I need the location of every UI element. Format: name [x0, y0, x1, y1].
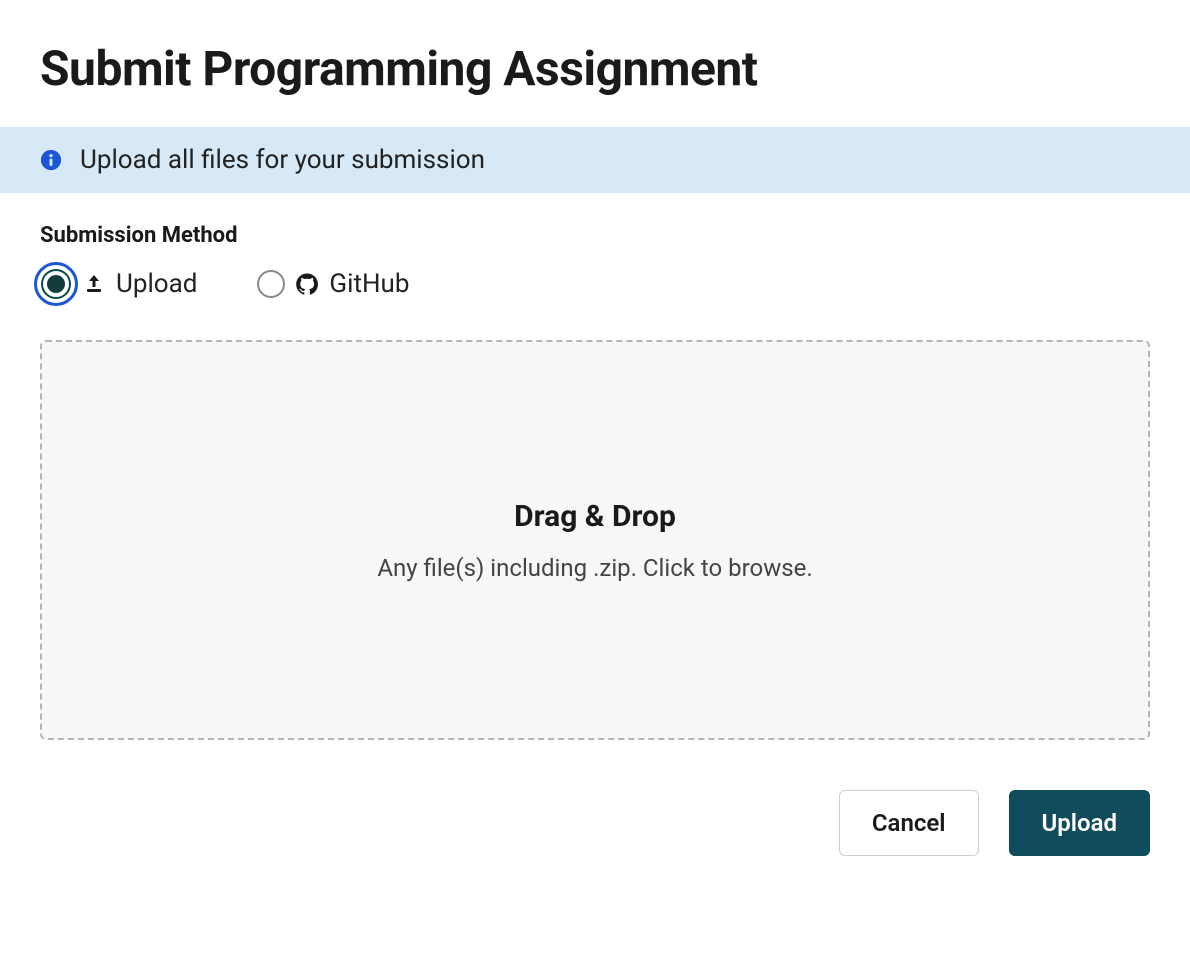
page-title: Submit Programming Assignment: [0, 0, 1190, 127]
radio-option-upload[interactable]: Upload: [40, 268, 197, 300]
github-icon: [295, 272, 319, 296]
action-buttons: Cancel Upload: [40, 790, 1150, 856]
radio-option-github[interactable]: GitHub: [257, 269, 409, 299]
cancel-button[interactable]: Cancel: [839, 790, 979, 856]
info-banner-text: Upload all files for your submission: [80, 145, 485, 175]
submission-method-group: Upload GitHub: [40, 268, 1150, 300]
radio-selected-indicator: [40, 268, 72, 300]
dropzone-title: Drag & Drop: [514, 499, 676, 534]
radio-label-upload: Upload: [116, 269, 197, 299]
radio-label-github: GitHub: [329, 269, 409, 299]
radio-unselected-indicator: [257, 270, 285, 298]
info-icon: [40, 149, 62, 171]
submission-method-label: Submission Method: [40, 223, 1150, 248]
file-dropzone[interactable]: Drag & Drop Any file(s) including .zip. …: [40, 340, 1150, 740]
info-banner: Upload all files for your submission: [0, 127, 1190, 193]
dropzone-subtitle: Any file(s) including .zip. Click to bro…: [377, 554, 812, 582]
upload-button[interactable]: Upload: [1009, 790, 1150, 856]
upload-icon: [82, 272, 106, 296]
